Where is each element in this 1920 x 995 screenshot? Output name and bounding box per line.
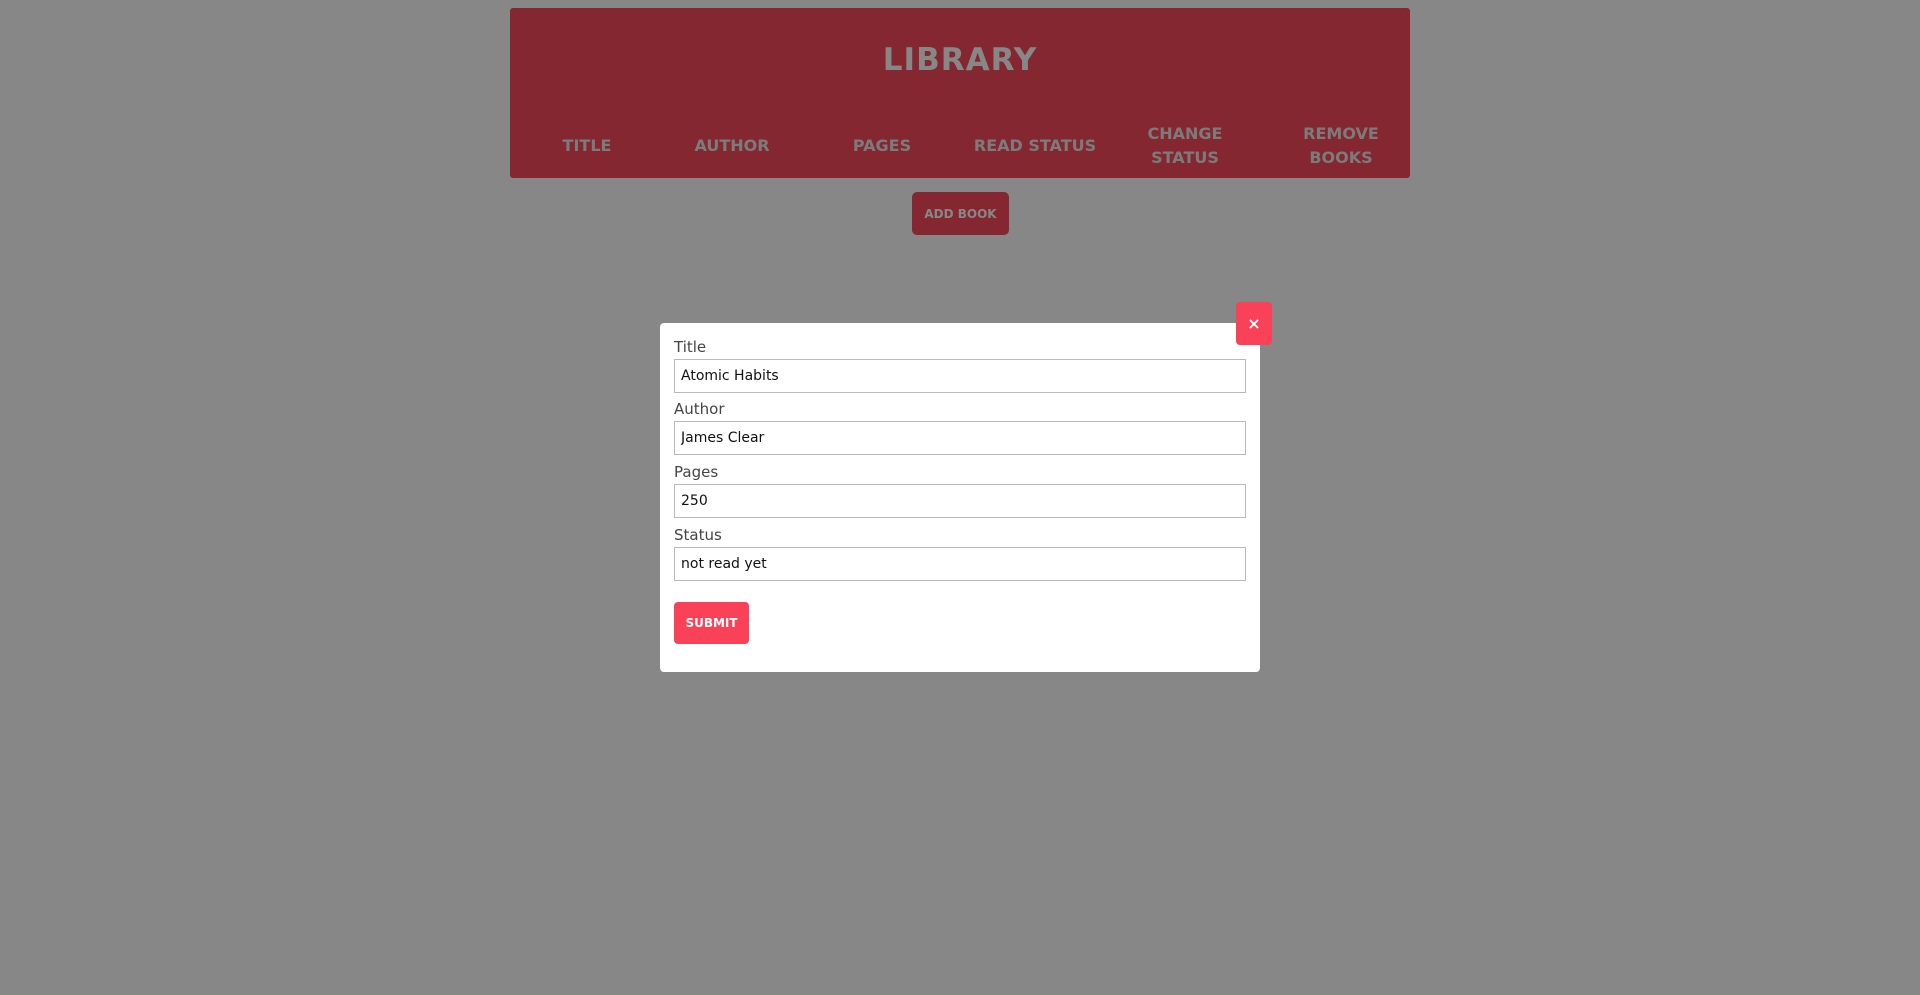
pages-input[interactable] xyxy=(674,484,1246,518)
title-label: Title xyxy=(674,338,707,356)
pages-label: Pages xyxy=(674,463,719,481)
add-book-modal: Title Author Pages Status SUBMIT xyxy=(660,323,1260,672)
author-input[interactable] xyxy=(674,421,1246,455)
status-label: Status xyxy=(674,526,722,544)
status-input[interactable] xyxy=(674,547,1246,581)
author-label: Author xyxy=(674,400,725,418)
submit-button[interactable]: SUBMIT xyxy=(674,602,749,644)
close-modal-button[interactable]: × xyxy=(1236,302,1272,345)
title-input[interactable] xyxy=(674,359,1246,393)
